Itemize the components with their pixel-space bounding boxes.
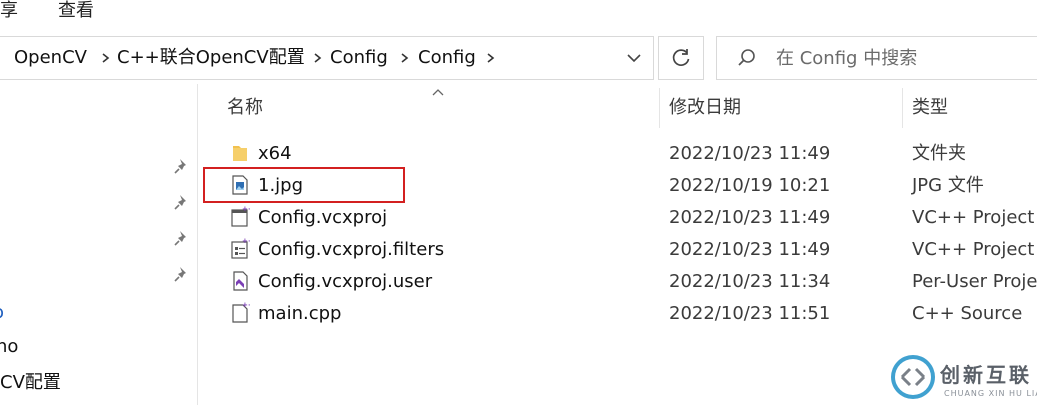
file-type: VC++ Project F (912, 239, 1037, 260)
breadcrumb-separator-icon[interactable] (310, 46, 326, 70)
svg-text:++: ++ (242, 302, 250, 309)
file-type: Per-User Proje (912, 271, 1037, 292)
folder-icon (233, 146, 247, 161)
nav-item-partial[interactable]: no (0, 336, 18, 358)
file-date: 2022/10/23 11:49 (669, 143, 831, 164)
watermark-subtext: CHUANG XIN HU LIAN (944, 389, 1037, 398)
refresh-icon (672, 49, 690, 66)
svg-text:++: ++ (242, 206, 250, 213)
navigation-pane-divider[interactable] (197, 84, 198, 405)
ribbon-share-tab[interactable]: 享 (0, 0, 18, 22)
pin-icon (174, 159, 186, 174)
breadcrumb-config-current[interactable]: Config (418, 46, 476, 70)
file-date: 2022/10/23 11:34 (669, 271, 831, 292)
cpp-file-icon: ++ (232, 302, 250, 323)
column-header-type[interactable]: 类型 (912, 96, 948, 120)
pin-icon (174, 267, 186, 282)
file-date: 2022/10/23 11:49 (669, 239, 831, 260)
column-resize-handle[interactable] (902, 88, 903, 128)
breadcrumb-config[interactable]: Config (330, 46, 388, 70)
column-header-name[interactable]: 名称 (227, 96, 263, 120)
breadcrumb-separator-icon[interactable] (98, 46, 114, 70)
breadcrumb-separator-icon[interactable] (483, 46, 499, 70)
watermark-text: 创新互联 (940, 363, 1032, 387)
breadcrumb-separator-icon[interactable] (397, 46, 413, 70)
column-resize-handle[interactable] (659, 88, 660, 128)
highlight-annotation-box (203, 167, 405, 203)
file-name[interactable]: main.cpp (258, 302, 341, 326)
sort-ascending-icon (432, 89, 444, 96)
file-date: 2022/10/23 11:51 (669, 303, 831, 324)
breadcrumb-cpp-opencv-config[interactable]: C++联合OpenCV配置 (117, 46, 305, 70)
search-icon (738, 49, 755, 66)
file-name[interactable]: Config.vcxproj.filters (258, 238, 444, 262)
refresh-button[interactable] (658, 36, 704, 80)
nav-item-partial[interactable]: o (0, 302, 4, 324)
file-date: 2022/10/19 10:21 (669, 175, 831, 196)
file-type: JPG 文件 (912, 175, 984, 196)
filters-file-icon: ++ (231, 238, 250, 259)
svg-text:++: ++ (242, 238, 250, 245)
search-placeholder: 在 Config 中搜索 (776, 48, 918, 69)
vs-user-file-icon (233, 271, 248, 291)
pin-icon (174, 231, 186, 246)
watermark-logo-icon (891, 355, 935, 399)
pin-icon (174, 195, 186, 210)
file-type: C++ Source (912, 303, 1023, 324)
file-type: 文件夹 (912, 143, 966, 164)
vcxproj-file-icon: ++ (231, 206, 250, 227)
column-header-date-modified[interactable]: 修改日期 (669, 96, 741, 120)
address-history-dropdown-icon[interactable] (624, 48, 644, 68)
breadcrumb-opencv[interactable]: OpenCV (14, 46, 87, 70)
file-name[interactable]: Config.vcxproj.user (258, 270, 432, 294)
file-type: VC++ Project (912, 207, 1035, 228)
file-name[interactable]: Config.vcxproj (258, 206, 387, 230)
file-name[interactable]: x64 (258, 142, 292, 166)
file-date: 2022/10/23 11:49 (669, 207, 831, 228)
ribbon-view-tab[interactable]: 查看 (58, 0, 94, 22)
nav-item-opencv-config[interactable]: CV配置 (0, 372, 61, 394)
